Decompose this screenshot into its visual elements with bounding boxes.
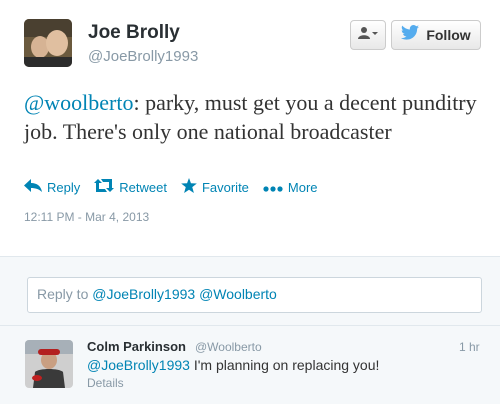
user-menu-button[interactable] bbox=[350, 20, 386, 50]
reply-avatar[interactable] bbox=[25, 340, 73, 388]
ellipsis-icon bbox=[263, 180, 283, 195]
reply-input[interactable]: Reply to @JoeBrolly1993 @Woolberto bbox=[27, 277, 482, 313]
tweet-card: Joe Brolly @JoeBrolly1993 Follow @woolbe… bbox=[0, 0, 500, 256]
display-name[interactable]: Joe Brolly bbox=[88, 22, 180, 44]
reply-handle-1: @JoeBrolly1993 bbox=[92, 286, 196, 302]
retweet-label: Retweet bbox=[119, 179, 167, 195]
follow-button[interactable]: Follow bbox=[391, 20, 481, 50]
reply-display-name[interactable]: Colm Parkinson bbox=[87, 339, 186, 354]
reply-handle-2: @Woolberto bbox=[199, 286, 277, 302]
reply-arrow-icon bbox=[24, 179, 42, 195]
retweet-action[interactable]: Retweet bbox=[94, 179, 167, 195]
retweet-icon bbox=[94, 179, 115, 195]
username[interactable]: @JoeBrolly1993 bbox=[88, 48, 198, 65]
tweet-timestamp[interactable]: 12:11 PM - Mar 4, 2013 bbox=[24, 210, 149, 224]
favorite-action[interactable]: Favorite bbox=[181, 178, 249, 196]
reply-username[interactable]: @Woolberto bbox=[195, 340, 262, 354]
reply-mention-link[interactable]: @JoeBrolly1993 bbox=[87, 357, 190, 373]
details-link[interactable]: Details bbox=[87, 376, 124, 390]
mention-link[interactable]: @woolberto bbox=[24, 90, 133, 115]
more-label: More bbox=[287, 179, 318, 195]
reply-tweet[interactable]: Colm Parkinson @Woolberto 1 hr @JoeBroll… bbox=[0, 326, 500, 404]
more-action[interactable]: More bbox=[263, 180, 318, 195]
reply-timestamp[interactable]: 1 hr bbox=[459, 340, 480, 354]
person-dropdown-icon bbox=[358, 26, 378, 45]
avatar[interactable] bbox=[24, 19, 72, 67]
reply-body: I'm planning on replacing you! bbox=[189, 357, 380, 373]
reply-text: @JoeBrolly1993 I'm planning on replacing… bbox=[87, 357, 379, 373]
star-icon bbox=[181, 178, 197, 196]
reply-action[interactable]: Reply bbox=[24, 179, 80, 195]
reply-prefix: Reply to bbox=[37, 286, 93, 302]
twitter-bird-icon bbox=[401, 25, 420, 45]
reply-label: Reply bbox=[47, 179, 81, 195]
reply-area: Reply to @JoeBrolly1993 @Woolberto bbox=[0, 256, 500, 326]
tweet-text: @woolberto: parky, must get you a decent… bbox=[24, 88, 479, 146]
follow-label: Follow bbox=[426, 27, 471, 43]
favorite-label: Favorite bbox=[201, 179, 249, 195]
tweet-actions: Reply Retweet Favorite More bbox=[24, 178, 318, 196]
